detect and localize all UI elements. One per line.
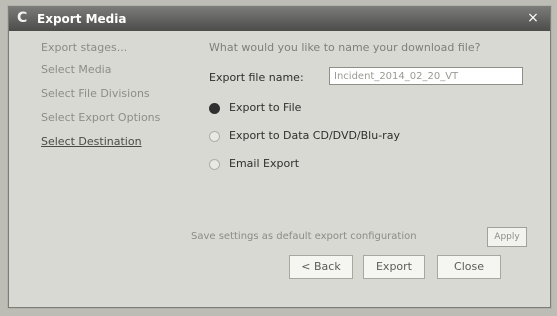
close-button[interactable]: Close [437, 255, 501, 279]
stage-select-media[interactable]: Select Media [41, 63, 111, 76]
back-button[interactable]: < Back [289, 255, 353, 279]
default-config-label: Save settings as default export configur… [191, 231, 417, 242]
radio-selected-icon [209, 103, 220, 114]
export-file-name-label: Export file name: [209, 71, 304, 84]
window-title: Export Media [37, 12, 127, 26]
dialog-body: Export stages... Select Media Select Fil… [19, 41, 540, 289]
export-stages-sidebar: Export stages... Select Media Select Fil… [19, 41, 189, 191]
export-stages-title: Export stages... [41, 41, 128, 54]
close-icon[interactable]: × [526, 11, 540, 25]
radio-unselected-icon [209, 131, 220, 142]
destination-panel: What would you like to name your downloa… [191, 41, 540, 289]
title-bar[interactable]: C Export Media × [9, 7, 550, 31]
radio-unselected-icon [209, 159, 220, 170]
download-file-question: What would you like to name your downloa… [209, 41, 481, 54]
stage-select-export-options[interactable]: Select Export Options [41, 111, 160, 124]
stage-select-file-divisions[interactable]: Select File Divisions [41, 87, 150, 100]
app-icon: C [17, 10, 28, 26]
export-file-name-input[interactable]: Incident_2014_02_20_VT [329, 67, 523, 85]
apply-button[interactable]: Apply [487, 227, 527, 247]
export-button[interactable]: Export [363, 255, 425, 279]
export-media-dialog: C Export Media × Export stages... Select… [8, 6, 551, 308]
stage-select-destination[interactable]: Select Destination [41, 135, 142, 148]
